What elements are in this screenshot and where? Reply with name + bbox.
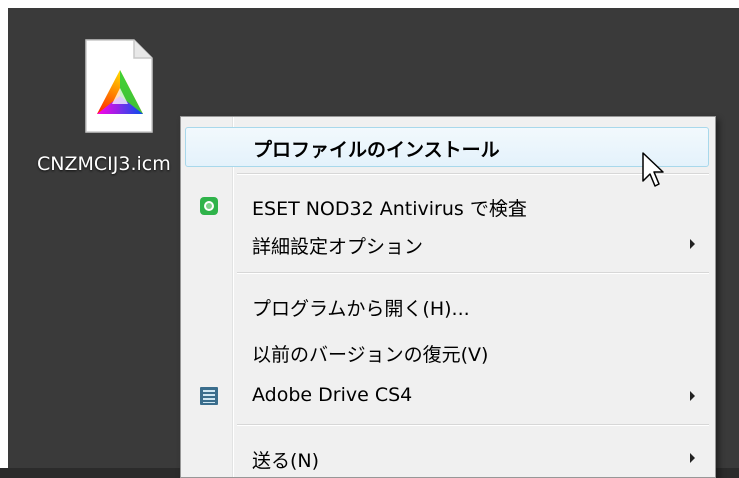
adobe-drive-icon [199,386,219,406]
menu-item-advanced-options[interactable]: 詳細設定オプション [185,225,709,263]
submenu-arrow-icon [690,239,695,249]
menu-item-eset-scan[interactable]: ESET NOD32 Antivirus で検査 [185,187,709,225]
menu-separator [237,424,709,426]
submenu-arrow-icon [690,453,695,463]
eset-icon [199,196,219,216]
menu-separator [237,272,709,274]
menu-item-adobe-drive[interactable]: Adobe Drive CS4 [185,377,709,415]
submenu-arrow-icon [690,391,695,401]
context-menu: プロファイルのインストール ESET NOD32 Antivirus で検査 詳… [180,116,716,478]
menu-separator [237,173,709,175]
file-name-label: CNZMCIJ3.icm [37,153,171,175]
icm-file-icon[interactable] [82,38,156,136]
menu-item-open-with[interactable]: プログラムから開く(H)... [185,287,709,325]
mouse-pointer-icon [641,151,667,193]
menu-item-restore-previous-versions[interactable]: 以前のバージョンの復元(V) [185,333,709,371]
menu-item-send-to[interactable]: 送る(N) [185,439,709,477]
menu-item-install-profile[interactable]: プロファイルのインストール [185,127,709,167]
